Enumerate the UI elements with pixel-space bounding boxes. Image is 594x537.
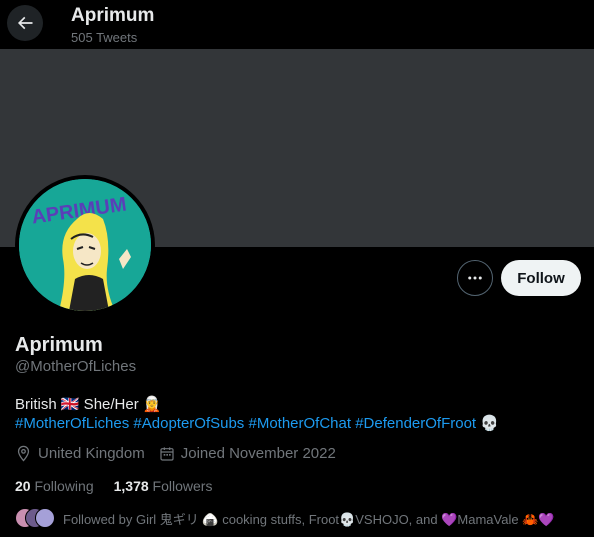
followed-by-text: Followed by Girl 鬼ギリ 🍙 cooking stuffs, F…	[63, 511, 555, 527]
bio-hashtags: #MotherOfLiches #AdopterOfSubs #MotherOf…	[15, 413, 499, 435]
profile-meta: United Kingdom Joined November 2022	[15, 445, 350, 462]
page-title: Aprimum	[71, 5, 155, 26]
display-name: Aprimum	[15, 334, 103, 356]
ellipsis-icon	[468, 276, 482, 280]
following-count: 20	[15, 478, 31, 494]
follower-avatars	[15, 508, 55, 528]
avatar[interactable]: APRIMUM	[15, 175, 155, 315]
location-pin-icon	[17, 445, 30, 462]
location-text: United Kingdom	[38, 445, 145, 462]
following-label: Following	[34, 478, 94, 494]
location: United Kingdom	[15, 445, 145, 462]
mini-avatar	[35, 508, 55, 528]
join-date: Joined November 2022	[159, 445, 336, 462]
followers-label: Followers	[152, 478, 213, 494]
join-date-text: Joined November 2022	[180, 445, 336, 462]
hashtag-link[interactable]: #DefenderOfFroot	[355, 415, 476, 432]
avatar-image: APRIMUM	[19, 179, 151, 311]
followers-link[interactable]: 1,378 Followers	[114, 478, 213, 494]
following-link[interactable]: 20 Following	[15, 478, 94, 494]
more-options-button[interactable]	[457, 260, 493, 296]
back-button[interactable]	[7, 5, 43, 41]
hashtag-link[interactable]: #MotherOfChat	[248, 415, 351, 432]
back-arrow-icon	[17, 16, 33, 30]
followers-count: 1,378	[113, 478, 149, 494]
user-handle: @MotherOfLiches	[15, 358, 137, 375]
follow-stats: 20 Following 1,378 Followers	[15, 478, 232, 494]
tweet-count: 505 Tweets	[71, 30, 138, 45]
hashtag-link[interactable]: #MotherOfLiches	[15, 415, 129, 432]
follow-button[interactable]: Follow	[501, 260, 581, 296]
skull-emoji: 💀	[480, 415, 499, 432]
calendar-icon	[160, 446, 174, 461]
hashtag-link[interactable]: #AdopterOfSubs	[133, 415, 244, 432]
top-bar: Aprimum 505 Tweets	[0, 0, 594, 49]
followed-by-row[interactable]: Followed by Girl 鬼ギリ 🍙 cooking stuffs, F…	[15, 507, 555, 529]
